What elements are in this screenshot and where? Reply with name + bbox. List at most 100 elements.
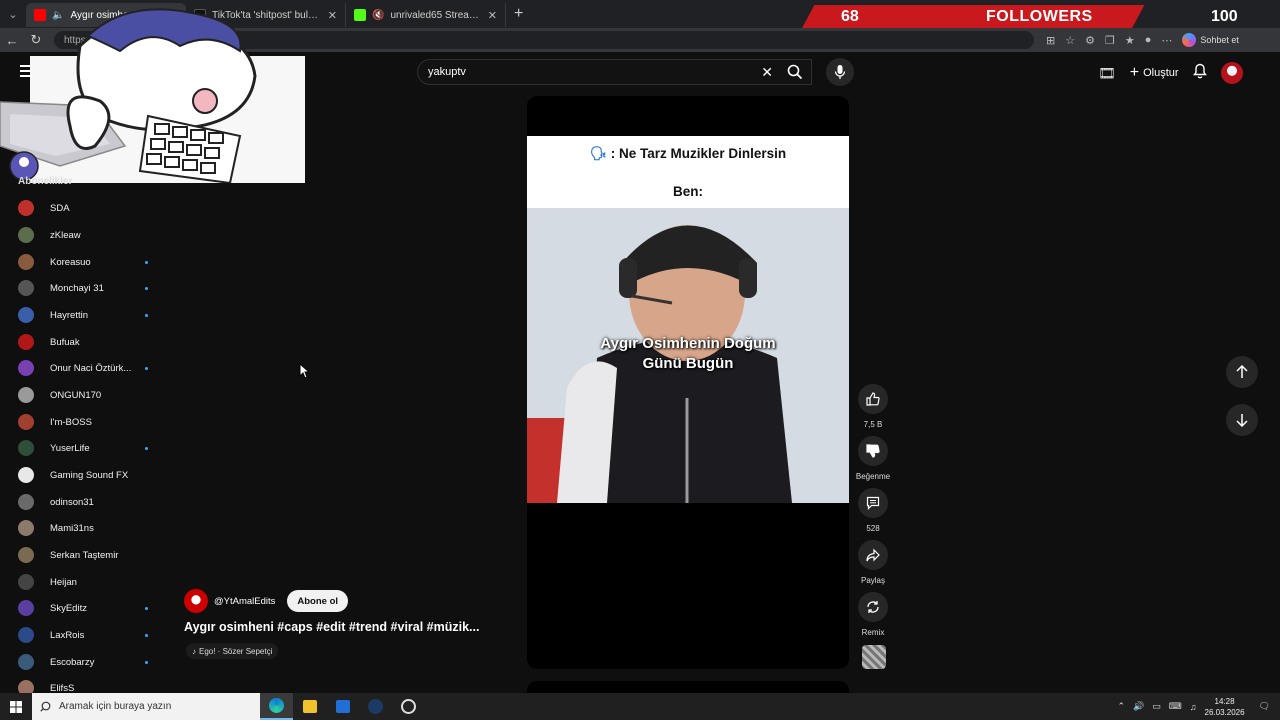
- close-tab-icon[interactable]: ✕: [488, 9, 497, 22]
- microsoft-store-icon[interactable]: [293, 693, 326, 720]
- music-chip[interactable]: ♪ Ego! · Sözer Sepetçi: [186, 643, 279, 659]
- clock[interactable]: 14:28 26.03.2026: [1205, 696, 1245, 718]
- sidebar-channel-laxrois[interactable]: LaxRois: [18, 625, 148, 645]
- previous-short-button[interactable]: [1226, 356, 1258, 388]
- channel-name: Serkan Taştemir: [50, 549, 119, 561]
- sidebar-channel-yuserlife[interactable]: YuserLife: [18, 438, 148, 458]
- sidebar-channel-zkleaw[interactable]: zKleaw: [18, 225, 148, 245]
- volume-icon[interactable]: 🔊: [1133, 701, 1144, 712]
- network-icon[interactable]: ▭: [1152, 701, 1161, 712]
- edge-browser-icon[interactable]: [260, 693, 293, 720]
- taskbar-search-input[interactable]: Aramak için buraya yazın: [32, 693, 260, 720]
- keyboard-icon[interactable]: ⌨: [1169, 701, 1182, 712]
- dislike-button[interactable]: Beğenme: [856, 436, 890, 481]
- like-button[interactable]: 7,5 B: [856, 384, 890, 429]
- favorite-star-icon[interactable]: ☆: [1065, 34, 1075, 47]
- create-label: Oluştur: [1143, 67, 1179, 79]
- channel-avatar: [18, 334, 34, 350]
- new-content-dot: [145, 660, 148, 664]
- answer-text: Ben:: [673, 184, 703, 199]
- channel-avatar: [18, 200, 34, 216]
- sidebar-channel-serkan-tastemir[interactable]: Serkan Taştemir: [18, 545, 148, 565]
- channel-name: Escobarzy: [50, 656, 95, 668]
- sidebar-channel-bufuak[interactable]: Bufuak: [18, 332, 148, 352]
- obs-icon[interactable]: [392, 693, 425, 720]
- sidebar-channel-onur-naci[interactable]: Onur Naci Öztürk...: [18, 358, 148, 378]
- subscriptions-heading[interactable]: Abonelikler: [18, 176, 72, 187]
- profile-icon[interactable]: ●: [1145, 34, 1152, 46]
- channel-avatar: [18, 227, 34, 243]
- notification-center-icon[interactable]: 🗨: [1259, 701, 1270, 712]
- sidebar-channel-sda[interactable]: SDA: [18, 198, 148, 218]
- channel-avatar[interactable]: [184, 589, 208, 613]
- sidebar-channel-ongun170[interactable]: ONGUN170: [18, 385, 148, 405]
- channel-avatar: [18, 360, 34, 376]
- channel-handle[interactable]: @YtAmalEdits: [214, 596, 275, 607]
- new-content-dot: [145, 286, 148, 290]
- more-icon[interactable]: ⋯: [1161, 34, 1172, 47]
- music-note-icon: ♪: [192, 646, 196, 656]
- channel-avatar: [18, 280, 34, 296]
- subscribe-button[interactable]: Abone ol: [287, 590, 349, 612]
- close-tab-icon[interactable]: ✕: [328, 9, 337, 22]
- apps-icon[interactable]: ⊞: [1046, 34, 1055, 47]
- mute-icon[interactable]: 🔇: [372, 10, 384, 21]
- channel-avatar: [18, 440, 34, 456]
- speaker-icon[interactable]: ♫: [1190, 702, 1197, 712]
- channel-name: Gaming Sound FX: [50, 469, 129, 481]
- sidebar-channel-hayrettin[interactable]: Hayrettin: [18, 305, 148, 325]
- copilot-chat-button[interactable]: Sohbet et: [1182, 33, 1239, 47]
- notifications-icon[interactable]: [1192, 63, 1207, 84]
- arrow-up-icon: [1236, 365, 1248, 378]
- share-button[interactable]: Paylaş: [856, 540, 890, 585]
- comments-button[interactable]: 528: [856, 488, 890, 533]
- channel-name: YuserLife: [50, 442, 90, 454]
- favorites-icon[interactable]: ★: [1125, 34, 1135, 47]
- sidebar-channel-skyeditz[interactable]: SkyEditz: [18, 598, 148, 618]
- thumbs-up-icon: [858, 384, 888, 414]
- create-button[interactable]: + Oluştur: [1130, 64, 1179, 82]
- show-hidden-icons-icon[interactable]: ⌃: [1117, 701, 1125, 712]
- collections-icon[interactable]: ❐: [1105, 34, 1115, 47]
- sidebar-channel-monchayi[interactable]: Monchayi 31: [18, 278, 148, 298]
- channel-avatar: [18, 654, 34, 670]
- sidebar-channel-heijan[interactable]: Heijan: [18, 572, 148, 592]
- short-video-player[interactable]: 🗣 : Ne Tarz Muzikler Dinlersin Ben: Aygı…: [527, 96, 849, 669]
- next-short-button[interactable]: [1226, 404, 1258, 436]
- taskbar-search-placeholder: Aramak için buraya yazın: [59, 701, 172, 712]
- channel-avatar: [18, 494, 34, 510]
- channel-avatar: [18, 254, 34, 270]
- channel-avatar: [18, 414, 34, 430]
- sidebar-channel-escobarzy[interactable]: Escobarzy: [18, 652, 148, 672]
- steam-icon[interactable]: [359, 693, 392, 720]
- new-tab-icon[interactable]: +: [514, 5, 523, 23]
- sidebar-channel-gaming-sound-fx[interactable]: Gaming Sound FX: [18, 465, 148, 485]
- voice-search-icon[interactable]: [826, 58, 854, 86]
- sidebar-channel-im-boss[interactable]: I'm-BOSS: [18, 412, 148, 432]
- short-title[interactable]: Aygır osimheni #caps #edit #trend #viral…: [184, 620, 479, 634]
- start-button[interactable]: [0, 693, 32, 720]
- account-avatar[interactable]: [1220, 62, 1243, 84]
- followers-label: FOLLOWERS: [986, 8, 1093, 25]
- search-input[interactable]: yakuptv ✕: [417, 59, 812, 85]
- copilot-icon: [1182, 33, 1197, 47]
- search-icon: [40, 701, 51, 712]
- search-icon[interactable]: [780, 59, 810, 85]
- clear-search-icon[interactable]: ✕: [761, 64, 773, 81]
- tab-kick[interactable]: 🔇 unrivaled65 Stream - Kick Dashboard ✕: [346, 3, 506, 27]
- channel-avatar: [18, 387, 34, 403]
- sound-thumbnail[interactable]: [862, 645, 886, 669]
- clock-date: 26.03.2026: [1204, 707, 1245, 717]
- channel-name: Hayrettin: [50, 309, 89, 321]
- channel-name: Onur Naci Öztürk...: [50, 362, 132, 374]
- outlook-icon[interactable]: [326, 693, 359, 720]
- extensions-icon[interactable]: ⚙: [1085, 34, 1095, 47]
- sidebar-channel-koreasuo[interactable]: Koreasuo: [18, 252, 148, 272]
- sidebar-channel-mami31ns[interactable]: Mami31ns: [18, 518, 148, 538]
- clock-time: 14:28: [1214, 696, 1235, 706]
- system-tray: ⌃ 🔊 ▭ ⌨ ♫ 14:28 26.03.2026 🗨: [1117, 693, 1280, 720]
- sidebar-channel-odinson31[interactable]: odinson31: [18, 492, 148, 512]
- studio-icon[interactable]: 🎞: [1098, 65, 1116, 82]
- remix-button[interactable]: Remix: [856, 592, 890, 637]
- channel-name: Heijan: [50, 576, 77, 588]
